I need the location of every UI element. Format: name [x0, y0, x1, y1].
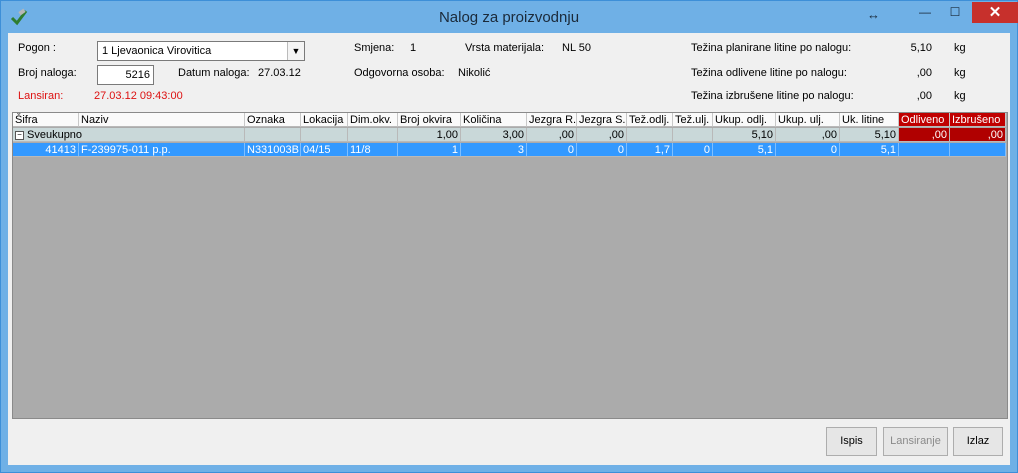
row-cell-broj-okvira[interactable]: 1 [398, 143, 461, 157]
tezina-planirane-unit: kg [954, 42, 966, 54]
row-cell-jezgra-r[interactable]: 0 [527, 143, 577, 157]
smjena-value: 1 [410, 42, 417, 54]
datum-naloga-label: Datum naloga: [178, 67, 250, 79]
col-header-sifra[interactable]: Šifra [13, 113, 79, 127]
vrsta-materijala-value: NL 50 [562, 42, 591, 54]
group-cell-label: − Sveukupno [13, 128, 245, 142]
resize-arrows-icon[interactable]: ↔ [867, 7, 880, 22]
col-header-ukup-ulj[interactable]: Ukup. ulj. [776, 113, 840, 127]
close-button[interactable]: ✕ [972, 2, 1018, 23]
row-cell-tez-odlj[interactable]: 1,7 [627, 143, 673, 157]
group-cell [245, 128, 301, 142]
group-cell [673, 128, 713, 142]
group-cell: ,00 [577, 128, 627, 142]
odgovorna-osoba-label: Odgovorna osoba: [354, 67, 445, 79]
ispis-button[interactable]: Ispis [826, 427, 877, 456]
row-cell-kolicina[interactable]: 3 [461, 143, 527, 157]
tezina-odlivene-label: Težina odlivene litine po nalogu: [691, 67, 847, 79]
tezina-izbrusene-unit: kg [954, 90, 966, 102]
smjena-label: Smjena: [354, 42, 395, 54]
chevron-down-icon[interactable]: ▼ [287, 42, 304, 60]
col-header-lokacija[interactable]: Lokacija [301, 113, 348, 127]
main-window: Nalog za proizvodnju ↔ — ☐ ✕ Pogon : 1 L… [0, 0, 1018, 473]
row-cell-dim-okv[interactable]: 11/8 [348, 143, 398, 157]
col-header-tez-odlj[interactable]: Tež.odlj. [627, 113, 673, 127]
row-cell-ukup-ulj[interactable]: 0 [776, 143, 840, 157]
window-title: Nalog za proizvodnju [438, 9, 580, 26]
row-cell-sifra[interactable]: 41413 [13, 143, 79, 157]
row-cell-naziv[interactable]: F-239975-011 p.p. [79, 143, 245, 157]
group-cell: ,00 [899, 128, 950, 142]
odgovorna-osoba-value: Nikolić [458, 67, 491, 79]
row-cell-tez-ulj[interactable]: 0 [673, 143, 713, 157]
group-cell: 3,00 [461, 128, 527, 142]
broj-naloga-value: 5216 [125, 69, 150, 81]
row-cell-odliveno[interactable] [899, 143, 950, 157]
tezina-izbrusene-label: Težina izbrušene litine po nalogu: [691, 90, 854, 102]
tezina-odlivene-value: ,00 [916, 67, 932, 79]
col-header-uk-litine[interactable]: Uk. litine [840, 113, 899, 127]
minimize-button[interactable]: — [910, 2, 940, 23]
lansiranje-button[interactable]: Lansiranje [883, 427, 948, 456]
row-cell-izbruseno[interactable] [950, 143, 1006, 157]
maximize-button[interactable]: ☐ [940, 2, 970, 23]
col-header-odliveno[interactable]: Odliveno [899, 113, 950, 127]
tezina-izbrusene-value: ,00 [916, 90, 932, 102]
col-header-ukup-odlj[interactable]: Ukup. odlj. [713, 113, 776, 127]
col-header-dim-okv[interactable]: Dim.okv. [348, 113, 398, 127]
group-cell: 5,10 [840, 128, 899, 142]
group-cell: ,00 [950, 128, 1006, 142]
pogon-value: 1 Ljevaonica Virovitica [102, 45, 212, 57]
lansiran-label: Lansiran: [18, 90, 64, 102]
vrsta-materijala-label: Vrsta materijala: [465, 42, 545, 54]
col-header-izbruseno[interactable]: Izbrušeno [950, 113, 1006, 127]
group-cell: ,00 [776, 128, 840, 142]
pogon-label: Pogon : [18, 42, 56, 54]
broj-naloga-input[interactable]: 5216 [97, 65, 154, 85]
row-cell-oznaka[interactable]: N331003B [245, 143, 301, 157]
orders-grid[interactable]: Šifra Naziv Oznaka Lokacija Dim.okv. Bro… [12, 112, 1008, 419]
group-cell [627, 128, 673, 142]
tezina-planirane-value: 5,10 [910, 42, 932, 54]
lansiran-value: 27.03.12 09:43:00 [94, 90, 183, 102]
row-cell-ukup-odlj[interactable]: 5,1 [713, 143, 776, 157]
row-cell-uk-litine[interactable]: 5,1 [840, 143, 899, 157]
group-cell: 5,10 [713, 128, 776, 142]
group-cell [301, 128, 348, 142]
row-cell-jezgra-s[interactable]: 0 [577, 143, 627, 157]
col-header-broj-okvira[interactable]: Broj okvira [398, 113, 461, 127]
col-header-tez-ulj[interactable]: Tež.ulj. [673, 113, 713, 127]
broj-naloga-label: Broj naloga: [18, 67, 77, 79]
title-bar[interactable]: Nalog za proizvodnju ↔ — ☐ ✕ [1, 1, 1018, 33]
col-header-oznaka[interactable]: Oznaka [245, 113, 301, 127]
row-cell-lokacija[interactable]: 04/15 [301, 143, 348, 157]
col-header-jezgra-r[interactable]: Jezgra R. [527, 113, 577, 127]
col-header-jezgra-s[interactable]: Jezgra S. [577, 113, 627, 127]
group-cell: 1,00 [398, 128, 461, 142]
izlaz-button[interactable]: Izlaz [953, 427, 1003, 456]
pogon-dropdown[interactable]: 1 Ljevaonica Virovitica ▼ [97, 41, 305, 61]
datum-naloga-value: 27.03.12 [258, 67, 301, 79]
col-header-naziv[interactable]: Naziv [79, 113, 245, 127]
col-header-kolicina[interactable]: Količina [461, 113, 527, 127]
group-cell [348, 128, 398, 142]
group-cell: ,00 [527, 128, 577, 142]
collapse-icon[interactable]: − [15, 130, 24, 140]
tezina-odlivene-unit: kg [954, 67, 966, 79]
tezina-planirane-label: Težina planirane litine po nalogu: [691, 42, 852, 54]
client-area: Pogon : 1 Ljevaonica Virovitica ▼ Broj n… [8, 33, 1010, 465]
